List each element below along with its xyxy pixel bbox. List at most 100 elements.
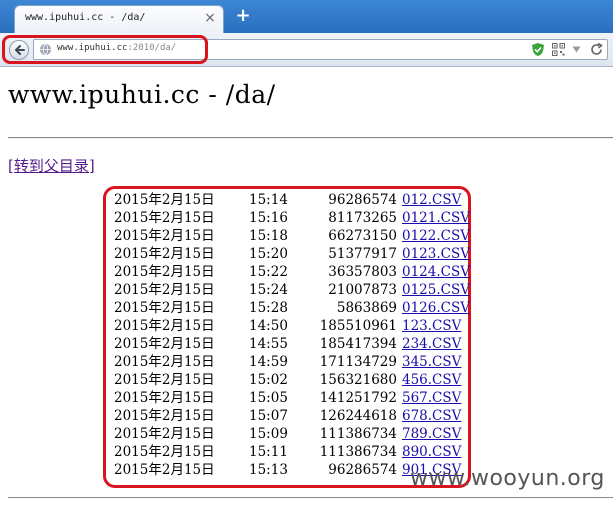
file-time: 15:02	[249, 372, 288, 388]
file-row: 2015年2月15日 15:28 5863869 0126.CSV	[114, 299, 470, 317]
file-date: 2015年2月15日	[114, 246, 215, 262]
file-link[interactable]: 456.CSV	[402, 371, 461, 389]
file-time: 15:28	[249, 300, 288, 316]
file-time: 15:09	[249, 426, 288, 442]
address-bar[interactable]: www.ipuhui.cc:2010/da/	[33, 39, 608, 60]
file-row: 2015年2月15日 14:55 185417394 234.CSV	[114, 335, 469, 353]
file-time: 15:13	[249, 462, 288, 478]
file-date: 2015年2月15日	[114, 192, 215, 208]
file-link[interactable]: 0122.CSV	[402, 227, 470, 245]
file-row: 2015年2月15日 15:18 66273150 0122.CSV	[114, 227, 470, 245]
page-title: www.ipuhui.cc - /da/	[8, 80, 276, 109]
file-size: 111386734	[319, 426, 397, 442]
file-row: 2015年2月15日 15:24 21007873 0125.CSV	[114, 281, 470, 299]
browser-tab[interactable]: www.ipuhui.cc - /da/ ×	[14, 5, 224, 33]
file-size: 51377917	[328, 246, 397, 262]
file-link[interactable]: 0124.CSV	[402, 263, 470, 281]
watermark: www.wooyun.org	[410, 466, 605, 491]
url-path: :2010/da/	[127, 43, 177, 53]
file-link[interactable]: 234.CSV	[402, 335, 461, 353]
file-date: 2015年2月15日	[114, 462, 215, 478]
file-row: 2015年2月15日 14:50 185510961 123.CSV	[114, 317, 469, 335]
file-time: 15:24	[249, 282, 288, 298]
file-row: 2015年2月15日 15:02 156321680 456.CSV	[114, 371, 469, 389]
file-row: 2015年2月15日 15:05 141251792 567.CSV	[114, 389, 469, 407]
file-row: 2015年2月15日 15:14 96286574 012.CSV	[114, 191, 469, 209]
file-link[interactable]: 0121.CSV	[402, 209, 470, 227]
reload-icon[interactable]	[589, 42, 604, 57]
file-size: 81173265	[328, 210, 397, 226]
file-date: 2015年2月15日	[114, 282, 215, 298]
file-row: 2015年2月15日 15:16 81173265 0121.CSV	[114, 209, 470, 227]
file-link[interactable]: 789.CSV	[402, 425, 461, 443]
file-time: 15:16	[249, 210, 288, 226]
file-link[interactable]: 890.CSV	[402, 443, 461, 461]
file-size: 5863869	[336, 300, 397, 316]
file-size: 141251792	[319, 390, 397, 406]
shield-icon[interactable]	[531, 42, 545, 57]
back-arrow-icon	[15, 45, 25, 55]
parent-directory-link[interactable]: [转到父目录]	[8, 155, 95, 176]
file-date: 2015年2月15日	[114, 210, 215, 226]
qr-code-icon[interactable]	[552, 43, 565, 56]
file-time: 15:14	[249, 192, 288, 208]
file-size: 66273150	[328, 228, 397, 244]
file-link[interactable]: 567.CSV	[402, 389, 461, 407]
file-date: 2015年2月15日	[114, 372, 215, 388]
file-link[interactable]: 345.CSV	[402, 353, 461, 371]
divider-top	[8, 137, 613, 139]
file-time: 14:55	[249, 336, 288, 352]
file-time: 15:22	[249, 264, 288, 280]
file-time: 15:18	[249, 228, 288, 244]
file-date: 2015年2月15日	[114, 390, 215, 406]
divider-bottom	[8, 497, 613, 498]
file-date: 2015年2月15日	[114, 264, 215, 280]
file-size: 185510961	[319, 318, 397, 334]
file-date: 2015年2月15日	[114, 318, 215, 334]
file-link[interactable]: 012.CSV	[402, 191, 461, 209]
file-time: 15:07	[249, 408, 288, 424]
url-host: www.ipuhui.cc	[57, 43, 128, 53]
file-date: 2015年2月15日	[114, 300, 215, 316]
file-row: 2015年2月15日 15:20 51377917 0123.CSV	[114, 245, 470, 263]
tab-strip: www.ipuhui.cc - /da/ × +	[0, 0, 613, 33]
file-size: 126244618	[319, 408, 397, 424]
file-time: 14:50	[249, 318, 288, 334]
file-link[interactable]: 678.CSV	[402, 407, 461, 425]
close-icon[interactable]: ×	[203, 11, 217, 25]
file-size: 171134729	[319, 354, 397, 370]
file-link[interactable]: 0125.CSV	[402, 281, 470, 299]
file-date: 2015年2月15日	[114, 336, 215, 352]
back-button[interactable]	[9, 40, 29, 60]
file-time: 15:20	[249, 246, 288, 262]
file-link[interactable]: 0126.CSV	[402, 299, 470, 317]
file-size: 111386734	[319, 444, 397, 460]
file-date: 2015年2月15日	[114, 408, 215, 424]
file-row: 2015年2月15日 15:22 36357803 0124.CSV	[114, 263, 470, 281]
file-size: 185417394	[319, 336, 397, 352]
file-size: 21007873	[328, 282, 397, 298]
file-size: 36357803	[328, 264, 397, 280]
tab-title: www.ipuhui.cc - /da/	[25, 12, 146, 23]
file-link[interactable]: 123.CSV	[402, 317, 461, 335]
file-row: 2015年2月15日 15:09 111386734 789.CSV	[114, 425, 469, 443]
file-date: 2015年2月15日	[114, 444, 215, 460]
dropdown-arrow-icon[interactable]	[572, 46, 581, 53]
file-time: 15:05	[249, 390, 288, 406]
file-time: 15:11	[249, 444, 288, 460]
new-tab-button[interactable]: +	[232, 6, 254, 26]
file-size: 156321680	[319, 372, 397, 388]
file-row: 2015年2月15日 14:59 171134729 345.CSV	[114, 353, 469, 371]
file-date: 2015年2月15日	[114, 228, 215, 244]
url-text: www.ipuhui.cc:2010/da/	[57, 43, 176, 53]
file-row: 2015年2月15日 15:11 111386734 890.CSV	[114, 443, 469, 461]
globe-icon	[40, 43, 51, 56]
file-link[interactable]: 0123.CSV	[402, 245, 470, 263]
file-size: 96286574	[328, 192, 397, 208]
file-row: 2015年2月15日 15:07 126244618 678.CSV	[114, 407, 469, 425]
navigation-bar: www.ipuhui.cc:2010/da/	[0, 33, 613, 67]
file-date: 2015年2月15日	[114, 426, 215, 442]
file-date: 2015年2月15日	[114, 354, 215, 370]
file-time: 14:59	[249, 354, 288, 370]
file-listing: 2015年2月15日 15:14 96286574 012.CSV 2015年2月15日…	[103, 186, 471, 488]
